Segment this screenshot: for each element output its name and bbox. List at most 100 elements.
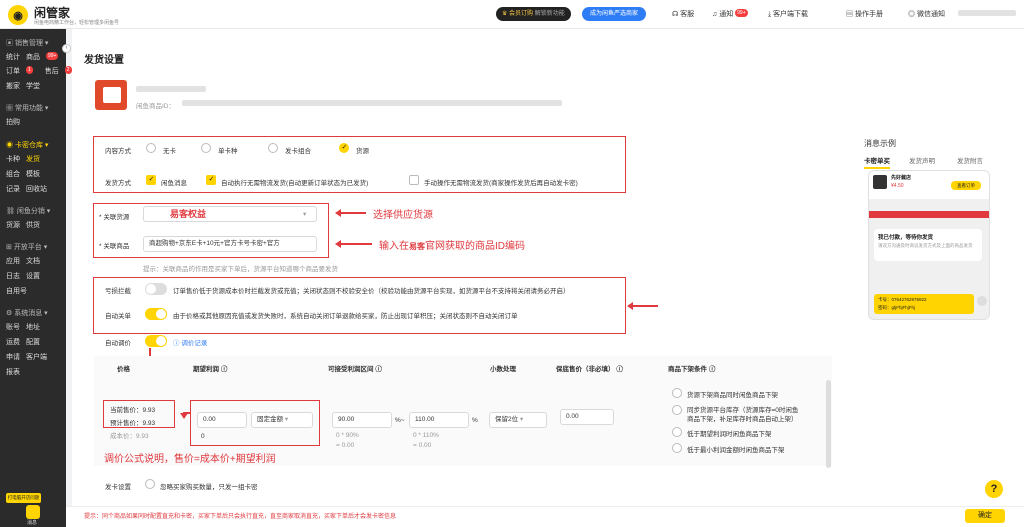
- content-radio-none[interactable]: [146, 143, 156, 153]
- preview-tab-0[interactable]: 卡密单买: [864, 155, 890, 169]
- book-icon: ▤: [846, 11, 855, 18]
- sidebar-item-learn[interactable]: 学堂: [26, 81, 40, 91]
- profit-input[interactable]: 0.00: [197, 412, 247, 428]
- sidebar-item-account[interactable]: 账号: [6, 322, 20, 332]
- sidebar-item-apply[interactable]: 申请: [6, 352, 20, 362]
- crown-icon: ♛: [502, 11, 510, 17]
- id-card-icon: [103, 87, 121, 103]
- ship-check-message[interactable]: [146, 175, 156, 185]
- sidebar-item-log[interactable]: 日志: [6, 271, 20, 281]
- price-history-link[interactable]: ⓘ 调价记录: [173, 337, 207, 347]
- scrollbar[interactable]: [826, 380, 831, 468]
- sidebar-item-recycle[interactable]: 回收站: [26, 184, 47, 194]
- sidebar-item-doc[interactable]: 文档: [26, 256, 40, 266]
- vip-button[interactable]: ♛ 会员订购 解锁新功能: [496, 7, 571, 21]
- profit-below: 0: [201, 433, 205, 440]
- profit-type-select[interactable]: 固定金额 ▾: [251, 412, 313, 428]
- cond-radio-0[interactable]: [672, 388, 682, 398]
- range-high-formula: 0 * 110%: [413, 432, 439, 439]
- sidebar-group-sales[interactable]: ▣ 销售管理 ▾: [6, 38, 48, 48]
- help-icon[interactable]: ?: [985, 480, 1003, 498]
- confirm-button[interactable]: 确定: [965, 509, 1005, 523]
- sidebar-item-report[interactable]: 报表: [6, 367, 20, 377]
- sidebar-item-config[interactable]: 配置: [26, 337, 40, 347]
- arrow-annotation: [179, 412, 191, 417]
- view-order-button: 查看订单: [951, 181, 981, 190]
- sidebar-item-apps[interactable]: 应用: [6, 256, 20, 266]
- msg-title: 我已付款，等待你发货: [878, 235, 934, 241]
- sidebar-group-open[interactable]: ⊞ 开放平台 ▾: [6, 242, 47, 252]
- autoclose-toggle[interactable]: [145, 308, 167, 320]
- content-radio-source[interactable]: [339, 143, 349, 153]
- sidebar-item-goods2[interactable]: 货源: [6, 220, 20, 230]
- decimal-select[interactable]: 保留2位 ▾: [489, 412, 547, 428]
- avatar: [977, 296, 987, 306]
- sidebar-item-cardkind[interactable]: 卡种: [6, 154, 20, 164]
- wechat-icon: ◎: [908, 11, 917, 18]
- autoprice-toggle[interactable]: [145, 335, 167, 347]
- cond-3: 低于最小利润金额时闲鱼商品下架: [687, 447, 785, 454]
- content-radio-single[interactable]: [201, 143, 211, 153]
- product-source-input[interactable]: 商超购物+京东E卡+10元+官方卡号卡密+官方: [143, 236, 317, 252]
- cond-radio-2[interactable]: [672, 427, 682, 437]
- sidebar-group-system[interactable]: ⚙ 系统消息 ▾: [6, 308, 48, 318]
- sidebar-collapse-icon[interactable]: ‹: [62, 44, 71, 53]
- content-radio-combo[interactable]: [268, 143, 278, 153]
- sidebar-item-client[interactable]: 客户端: [26, 352, 47, 362]
- aftersale-badge: 2: [64, 66, 72, 74]
- sidebar-item-address[interactable]: 地址: [26, 322, 40, 332]
- info-icon: ⓘ: [616, 366, 623, 373]
- download-link[interactable]: ⤓ 客户端下载: [768, 9, 808, 19]
- sidebar-item-freight[interactable]: 运费: [6, 337, 20, 347]
- content-option-single: 单卡种: [218, 148, 238, 155]
- min-price-input[interactable]: 0.00: [560, 409, 614, 425]
- sidebar-item-template[interactable]: 模板: [26, 169, 40, 179]
- preview-tab-2[interactable]: 发货附言: [957, 155, 983, 165]
- loss-toggle[interactable]: [145, 283, 167, 295]
- sidebar-item-ship[interactable]: 发货: [26, 154, 40, 164]
- page-title: 发货设置: [84, 55, 124, 66]
- merchant-button[interactable]: 成为闲鱼严选商家: [582, 7, 647, 21]
- cond-radio-1[interactable]: [672, 405, 682, 415]
- sidebar-item-poll[interactable]: 拍购: [6, 117, 20, 127]
- sidebar-item-record[interactable]: 记录: [6, 184, 20, 194]
- preview-tab-1[interactable]: 发货声明: [909, 155, 935, 165]
- wechat-notify-link[interactable]: ◎ 微信通知: [908, 9, 945, 19]
- phone-alert-bar: [869, 211, 989, 218]
- sidebar-bottom-label: 消息: [27, 520, 38, 526]
- sidebar-item-supply[interactable]: 供货: [26, 220, 40, 230]
- source-select[interactable]: 易客权益: [143, 206, 317, 222]
- ship-check-auto[interactable]: [206, 175, 216, 185]
- sidebar-item-move[interactable]: 搬家: [6, 81, 20, 91]
- top-bar: ◉ 闲管家 闲鱼电商精工作台，轻松管理多闲鱼号 ♛ 会员订购 解锁新功能 成为闲…: [0, 0, 1024, 29]
- card-no: 卡号：07642762975922: [878, 297, 927, 302]
- info-icon: ⓘ: [708, 366, 716, 373]
- ship-label: 发货方式: [105, 180, 131, 187]
- col-price: 价格: [117, 366, 130, 373]
- user-info-blurred: [958, 10, 1016, 16]
- sidebar-item-goods[interactable]: 商品 99+: [26, 52, 64, 62]
- range-low-input[interactable]: 90.00: [332, 412, 392, 428]
- sidebar-group-common[interactable]: ▦ 常用功能 ▾: [6, 103, 48, 113]
- cond-radio-3[interactable]: [672, 443, 682, 453]
- sidebar-item-stats[interactable]: 统计: [6, 52, 20, 62]
- headset-icon: ☊: [672, 11, 681, 18]
- sidebar-group-card[interactable]: ◉ 卡密仓库 ▾: [6, 140, 48, 150]
- notify-link[interactable]: ♫ 通知 99+: [712, 9, 748, 19]
- range-high-input[interactable]: 110.00: [409, 412, 469, 428]
- sidebar-item-selfuse[interactable]: 自用号: [6, 286, 27, 296]
- message-icon[interactable]: [26, 505, 40, 519]
- card-setting-radio[interactable]: [145, 479, 155, 489]
- msg-sub: 请双方沟通及时商议发货方式及上面的商品发货: [878, 243, 973, 248]
- sidebar-group-dist[interactable]: ⛓ 闲鱼分销 ▾: [6, 206, 50, 216]
- sidebar-promo-button[interactable]: 打电脑开店问题: [6, 493, 41, 503]
- app-logo-icon: ◉: [8, 5, 28, 25]
- ship-check-manual[interactable]: [409, 175, 419, 185]
- sidebar-item-combo[interactable]: 组合: [6, 169, 20, 179]
- product-id-label: 闲鱼商品ID：: [136, 103, 175, 110]
- info-icon: ⓘ: [220, 366, 228, 373]
- manual-link[interactable]: ▤ 操作手册: [846, 9, 883, 19]
- sidebar-item-orders[interactable]: 订单 1: [6, 66, 39, 76]
- sidebar-item-settings[interactable]: 设置: [26, 271, 40, 281]
- service-link[interactable]: ☊ 客服: [672, 9, 694, 19]
